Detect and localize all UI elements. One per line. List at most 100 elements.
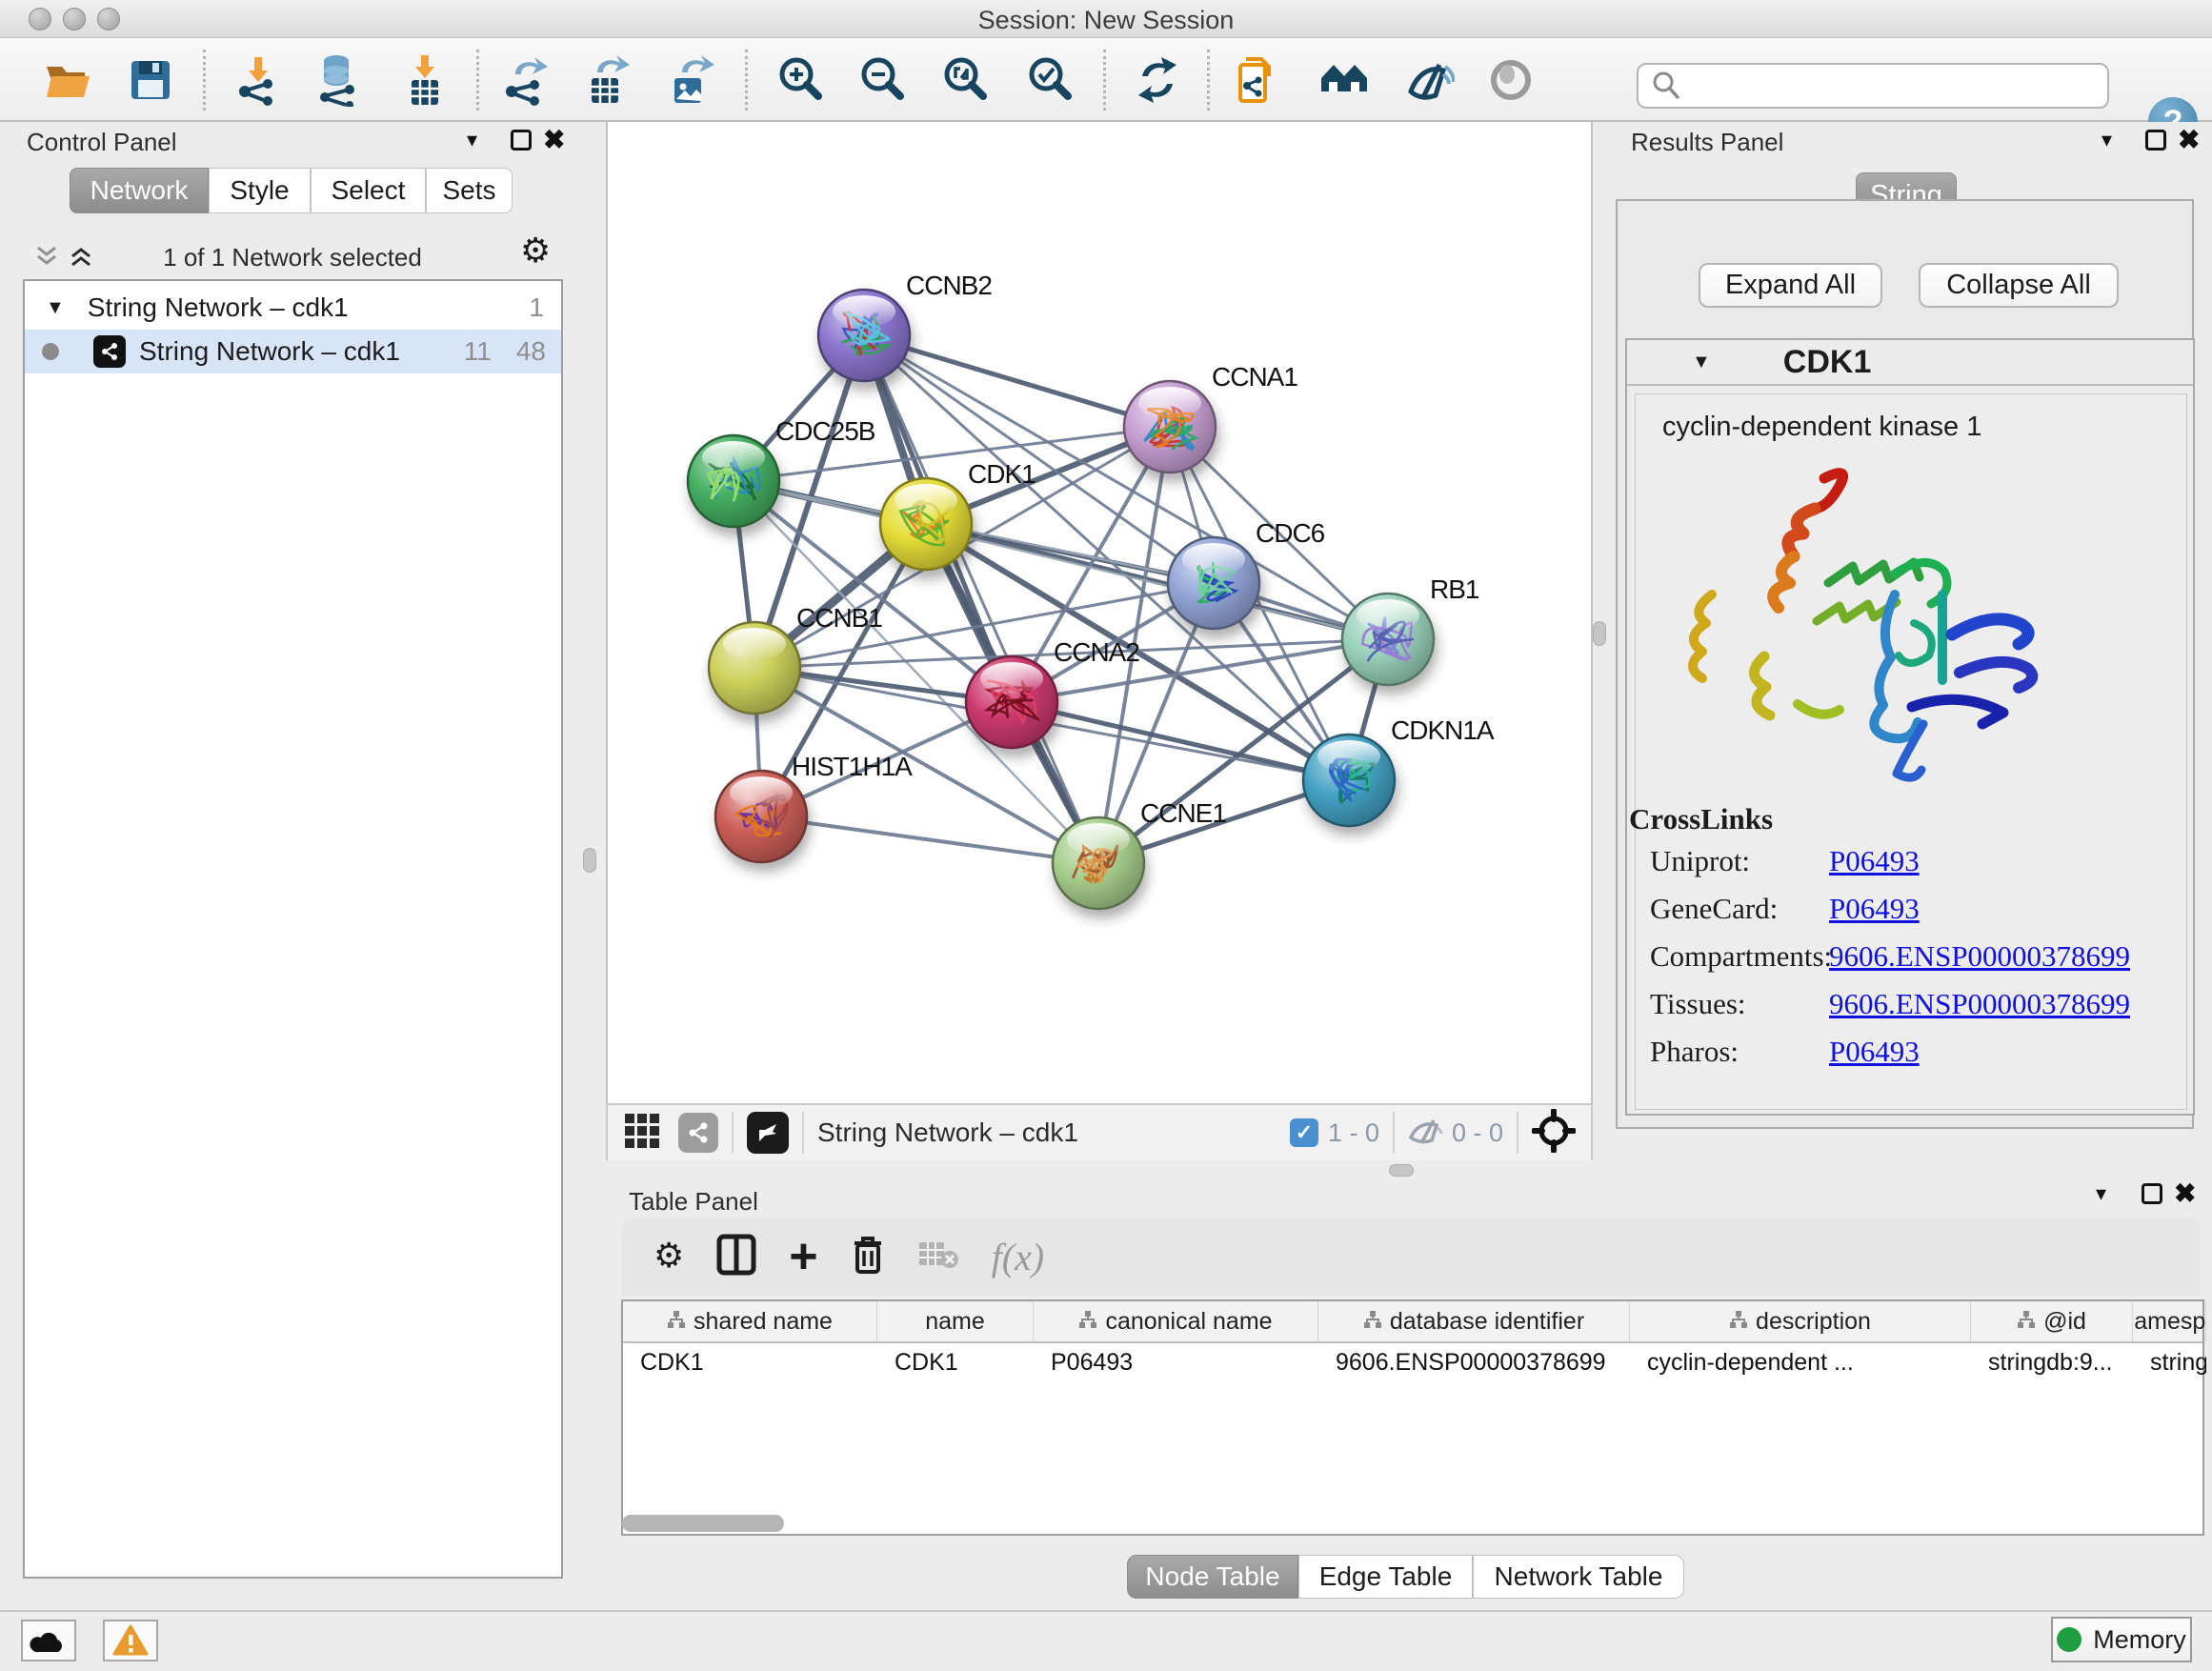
zoom-in-icon[interactable] [772, 51, 829, 109]
float-panel-icon[interactable]: ▾ [467, 130, 477, 151]
memory-button[interactable]: Memory [2051, 1617, 2192, 1662]
zoom-fit-icon[interactable] [936, 51, 994, 109]
network-row[interactable]: String Network – cdk1 11 48 [25, 330, 561, 373]
zoom-out-icon[interactable] [854, 51, 911, 109]
table-cell[interactable]: P06493 [1034, 1343, 1318, 1381]
export-table-icon[interactable] [578, 51, 635, 109]
network-node-CDKN1A[interactable] [1303, 735, 1395, 826]
home-pages-icon[interactable] [1316, 51, 1373, 109]
float-panel-icon[interactable]: ▾ [2096, 1183, 2106, 1204]
column-header-name[interactable]: name [877, 1301, 1034, 1341]
toolbar-divider [203, 50, 206, 111]
crosslink-link[interactable]: P06493 [1829, 892, 1920, 926]
hide-graphics-details-icon[interactable] [1399, 51, 1457, 109]
import-network-from-database-icon[interactable] [310, 51, 367, 109]
tab-edge-table[interactable]: Edge Table [1298, 1555, 1473, 1599]
network-node-CCNE1[interactable] [1053, 817, 1144, 909]
show-columns-icon[interactable] [716, 1234, 756, 1280]
gene-header-row[interactable]: ▼ CDK1 [1627, 340, 2193, 386]
tab-node-table[interactable]: Node Table [1127, 1555, 1298, 1599]
undock-panel-icon[interactable] [511, 130, 532, 151]
column-header-namespace[interactable]: namespace [2133, 1301, 2206, 1341]
disclosure-triangle-icon[interactable]: ▼ [1692, 352, 1711, 373]
network-options-gear-icon[interactable]: ⚙ [520, 234, 551, 269]
cloud-button[interactable] [21, 1620, 76, 1661]
collapse-all-button[interactable]: Collapse All [1919, 263, 2119, 308]
refresh-icon[interactable] [1129, 51, 1186, 109]
network-node-HIST1H1A[interactable] [715, 771, 807, 862]
table-cell[interactable]: stringdb:9... [1971, 1343, 2133, 1381]
table-cell[interactable]: stringdb [2133, 1343, 2206, 1381]
disclosure-triangle-icon[interactable]: ▼ [46, 297, 65, 319]
network-edge[interactable] [864, 335, 1170, 427]
column-header-canonical-name[interactable]: canonical name [1034, 1301, 1318, 1341]
bottom-splitter-handle[interactable] [1389, 1164, 1414, 1177]
export-network-icon[interactable] [496, 51, 553, 109]
network-collection-row[interactable]: ▼ String Network – cdk1 1 [25, 286, 561, 330]
network-node-CDC25B[interactable] [688, 435, 779, 527]
network-edge[interactable] [864, 335, 1098, 863]
search-field[interactable] [1637, 63, 2109, 109]
column-header-database-identifier[interactable]: database identifier [1318, 1301, 1630, 1341]
network-node-RB1[interactable] [1342, 594, 1434, 685]
close-panel-icon[interactable]: ✖ [2174, 1181, 2196, 1206]
close-panel-icon[interactable]: ✖ [543, 128, 565, 152]
table-cell[interactable]: cyclin-dependent ... [1630, 1343, 1971, 1381]
close-panel-icon[interactable]: ✖ [2178, 128, 2200, 152]
divider [732, 1112, 734, 1154]
network-node-CCNA1[interactable] [1124, 381, 1216, 473]
import-table-icon[interactable] [396, 51, 453, 109]
table-cell[interactable]: CDK1 [623, 1343, 877, 1381]
crosslink-link[interactable]: P06493 [1829, 1035, 1920, 1069]
right-splitter-handle[interactable] [1593, 621, 1606, 646]
selected-checkbox-icon[interactable]: ✓ [1290, 1118, 1318, 1147]
table-cell[interactable]: CDK1 [877, 1343, 1034, 1381]
network-canvas[interactable]: CCNB2CCNA1CDC25BCDK1CDC6RB1CCNB1CCNA2CDK… [606, 122, 1593, 1103]
column-header-description[interactable]: description [1630, 1301, 1971, 1341]
horizontal-scrollbar[interactable] [622, 1515, 784, 1532]
column-header--id[interactable]: @id [1971, 1301, 2133, 1341]
warnings-button[interactable] [103, 1620, 158, 1661]
birds-eye-view-icon[interactable] [747, 1112, 789, 1154]
crosslink-link[interactable]: 9606.ENSP00000378699 [1829, 987, 2130, 1021]
grid-view-icon[interactable] [623, 1112, 661, 1155]
network-node-CDC6[interactable] [1168, 537, 1259, 629]
network-node-CCNB2[interactable] [818, 290, 910, 381]
fit-selected-crosshair-icon[interactable] [1532, 1109, 1576, 1158]
node-table[interactable]: shared namenamecanonical namedatabase id… [621, 1299, 2204, 1536]
save-session-icon[interactable] [122, 51, 179, 109]
expand-all-button[interactable]: Expand All [1699, 263, 1882, 308]
network-node-CCNA2[interactable] [966, 656, 1057, 748]
table-options-gear-icon[interactable]: ⚙ [654, 1239, 684, 1274]
float-panel-icon[interactable]: ▾ [2101, 130, 2112, 151]
left-splitter-handle[interactable] [583, 848, 596, 873]
string-view-icon[interactable] [678, 1113, 718, 1153]
import-network-icon[interactable] [230, 51, 287, 109]
tab-select[interactable]: Select [311, 168, 426, 213]
delete-column-icon[interactable] [851, 1234, 885, 1280]
apps-share-icon[interactable] [1231, 51, 1288, 109]
zoom-selected-icon[interactable] [1021, 51, 1078, 109]
column-header-shared-name[interactable]: shared name [623, 1301, 877, 1341]
tab-style[interactable]: Style [209, 168, 311, 213]
network-graph[interactable]: CCNB2CCNA1CDC25BCDK1CDC6RB1CCNB1CCNA2CDK… [608, 122, 1591, 1101]
crosslink-link[interactable]: 9606.ENSP00000378699 [1829, 939, 2130, 974]
table-cell[interactable]: 9606.ENSP00000378699 [1318, 1343, 1630, 1381]
undock-panel-icon[interactable] [2142, 1183, 2162, 1204]
undock-panel-icon[interactable] [2145, 130, 2166, 151]
search-input[interactable] [1682, 71, 2092, 101]
network-node-CCNB1[interactable] [709, 622, 800, 714]
export-image-icon[interactable] [661, 51, 718, 109]
network-edge[interactable] [1012, 702, 1349, 780]
add-column-icon[interactable]: + [789, 1238, 817, 1276]
network-node-CDK1[interactable] [880, 478, 972, 570]
table-panel-title: Table Panel [629, 1187, 758, 1217]
tab-network-table[interactable]: Network Table [1473, 1555, 1684, 1599]
table-row[interactable]: CDK1CDK1P064939606.ENSP00000378699cyclin… [623, 1343, 2202, 1381]
crosslink-link[interactable]: P06493 [1829, 844, 1920, 878]
open-session-icon[interactable] [40, 51, 97, 109]
tab-network[interactable]: Network [70, 168, 209, 213]
network-edge[interactable] [761, 816, 1098, 863]
tab-sets[interactable]: Sets [426, 168, 513, 213]
birds-eye-toggle-icon[interactable] [1482, 51, 1539, 109]
